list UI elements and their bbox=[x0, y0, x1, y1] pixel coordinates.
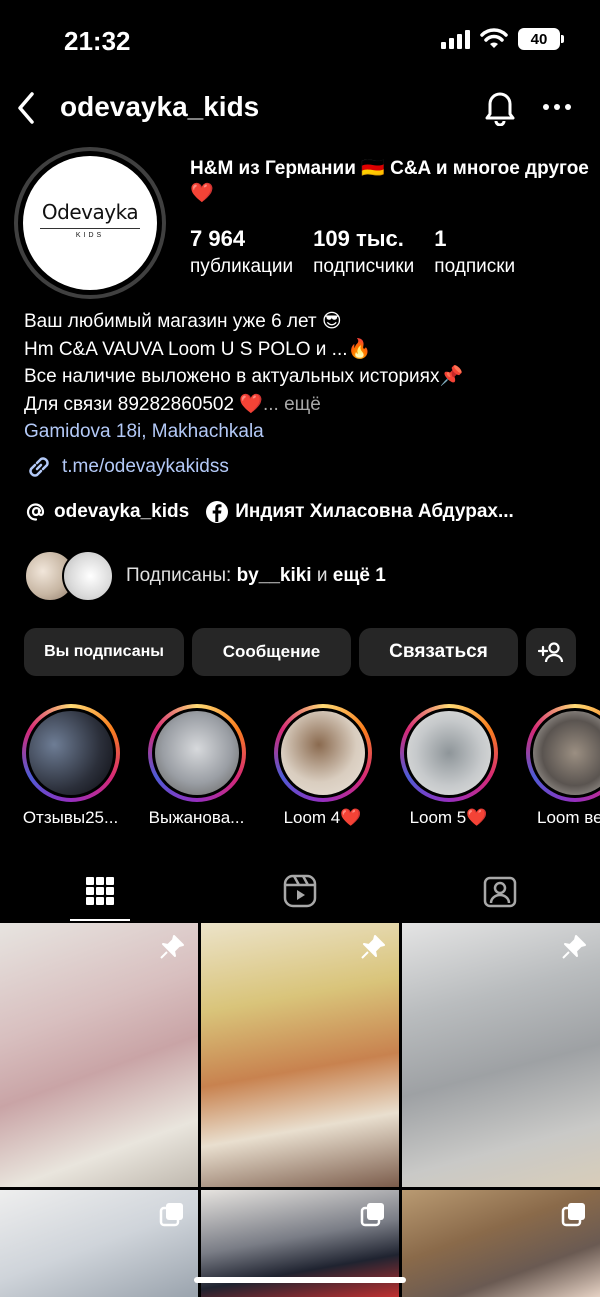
bell-icon[interactable] bbox=[482, 86, 518, 126]
status-time: 21:32 bbox=[64, 26, 131, 56]
facebook-icon bbox=[206, 501, 229, 523]
story-highlights: Отзывы25... Выжанова... Loom 4❤️ Loom 5❤… bbox=[18, 704, 600, 834]
highlight-label: Loom 5❤️ bbox=[409, 808, 488, 827]
post-thumbnail[interactable] bbox=[0, 1190, 198, 1297]
logo-main-text: Odevayka bbox=[41, 199, 139, 224]
highlight-cover bbox=[28, 711, 113, 795]
add-person-icon bbox=[538, 642, 564, 663]
carousel-icon bbox=[561, 1203, 585, 1227]
stat-followers[interactable]: 109 тыс. подписчики bbox=[313, 226, 414, 282]
followers-more: ещё 1 bbox=[332, 565, 386, 586]
link-icon bbox=[29, 457, 49, 477]
highlight-cover bbox=[406, 711, 491, 795]
status-icons: 40 bbox=[441, 28, 564, 50]
content-tabs bbox=[0, 860, 600, 922]
profile-bio: Ваш любимый магазин уже 6 лет 😎 Hm C&A V… bbox=[24, 308, 584, 446]
pin-icon bbox=[562, 935, 586, 959]
tab-posts-grid[interactable] bbox=[0, 860, 200, 922]
threads-handle[interactable]: odevayka_kids bbox=[54, 501, 189, 523]
grid-icon bbox=[86, 877, 114, 905]
post-thumbnail[interactable] bbox=[201, 923, 399, 1187]
threads-icon bbox=[26, 503, 45, 521]
highlight-label: Loom 4❤️ bbox=[283, 808, 362, 827]
bio-more-link[interactable]: ... ещё bbox=[263, 394, 321, 415]
highlight-cover bbox=[154, 711, 239, 795]
stat-followers-value: 109 тыс. bbox=[313, 226, 404, 251]
tagged-person-icon bbox=[483, 876, 517, 908]
profile-category: H&M из Германии 🇩🇪 C&A и многое другое ❤… bbox=[190, 158, 589, 204]
profile-username: odevayka_kids bbox=[60, 91, 260, 122]
post-thumbnail[interactable] bbox=[0, 923, 198, 1187]
message-button[interactable]: Сообщение bbox=[192, 628, 351, 676]
back-arrow-icon[interactable] bbox=[12, 88, 42, 128]
active-tab-indicator bbox=[70, 919, 130, 921]
logo-divider: KIDS bbox=[40, 227, 140, 247]
highlight-label: Loom вер bbox=[537, 808, 600, 827]
highlight-item[interactable]: Выжанова... bbox=[144, 704, 249, 828]
followers-middle: и bbox=[311, 565, 333, 586]
suggest-users-button[interactable] bbox=[526, 628, 576, 676]
stat-following-value: 1 bbox=[434, 226, 447, 251]
bio-line-text: Для связи 89282860502 ❤️ bbox=[24, 393, 263, 415]
bio-line: Ваш любимый магазин уже 6 лет 😎 bbox=[24, 311, 342, 332]
subscribed-button[interactable]: Вы подписаны bbox=[24, 628, 184, 676]
highlight-item[interactable]: Отзывы25... bbox=[18, 704, 123, 828]
more-options-icon[interactable] bbox=[540, 92, 574, 122]
pin-icon bbox=[361, 935, 385, 959]
stat-followers-label: подписчики bbox=[313, 256, 415, 277]
bio-line: Все наличие выложено в актуальных истори… bbox=[24, 366, 464, 387]
status-bar: 21:32 40 bbox=[0, 0, 600, 80]
mutual-followers[interactable]: Подписаны: by__kiki и ещё 1 bbox=[24, 550, 386, 602]
external-link[interactable]: t.me/odevaykakidss bbox=[24, 452, 229, 482]
mutual-followers-text: Подписаны: by__kiki и ещё 1 bbox=[126, 565, 386, 587]
highlight-item[interactable]: Loom вер bbox=[522, 704, 600, 828]
mutual-follower-avatar bbox=[62, 550, 114, 602]
bio-line: Hm C&A VAUVA Loom U S POLO и ...🔥 bbox=[24, 338, 372, 360]
posts-grid bbox=[0, 923, 600, 1297]
stat-posts-label: публикации bbox=[190, 256, 294, 277]
reels-icon bbox=[283, 874, 317, 908]
stat-posts-value: 7 964 bbox=[190, 226, 246, 251]
signal-icon bbox=[441, 29, 470, 49]
bio-line: Для связи 89282860502 ❤️... ещё bbox=[24, 391, 584, 419]
carousel-icon bbox=[360, 1203, 384, 1227]
tab-tagged[interactable] bbox=[400, 860, 600, 922]
stat-posts[interactable]: 7 964 публикации bbox=[190, 226, 293, 282]
profile-avatar[interactable]: Odevayka KIDS bbox=[14, 147, 166, 299]
highlight-cover bbox=[532, 711, 600, 795]
location-link[interactable]: Gamidova 18i, Makhachkala bbox=[24, 418, 584, 446]
post-thumbnail[interactable] bbox=[402, 1190, 600, 1297]
highlight-item[interactable]: Loom 4❤️ bbox=[270, 704, 375, 828]
facebook-name[interactable]: Индият Хиласовна Абдурах... bbox=[235, 501, 514, 523]
avatar-logo: Odevayka KIDS bbox=[23, 156, 157, 290]
action-buttons: Вы подписаны Сообщение Связаться bbox=[24, 628, 576, 676]
tab-reels[interactable] bbox=[200, 860, 400, 922]
stat-following-label: подписки bbox=[434, 256, 516, 277]
battery-icon: 40 bbox=[518, 28, 564, 50]
highlight-cover bbox=[280, 711, 365, 795]
carousel-icon bbox=[159, 1203, 183, 1227]
stat-following[interactable]: 1 подписки bbox=[434, 226, 515, 282]
highlight-label: Выжанова... bbox=[148, 808, 245, 827]
external-link-text: t.me/odevaykakidss bbox=[62, 456, 229, 477]
highlight-item[interactable]: Loom 5❤️ bbox=[396, 704, 501, 828]
follower-username: by__kiki bbox=[236, 565, 312, 586]
profile-stats: 7 964 публикации 109 тыс. подписчики 1 п… bbox=[190, 226, 535, 282]
wifi-icon bbox=[480, 28, 508, 48]
followers-prefix: Подписаны: bbox=[126, 565, 237, 586]
logo-sub-text: KIDS bbox=[71, 231, 109, 239]
pin-icon bbox=[160, 935, 184, 959]
home-indicator[interactable] bbox=[194, 1277, 406, 1283]
social-links: odevayka_kids Индият Хиласовна Абдурах..… bbox=[24, 500, 514, 524]
highlight-label: Отзывы25... bbox=[22, 808, 119, 827]
post-thumbnail[interactable] bbox=[402, 923, 600, 1187]
profile-header: odevayka_kids bbox=[0, 80, 600, 136]
contact-button[interactable]: Связаться bbox=[359, 628, 518, 676]
